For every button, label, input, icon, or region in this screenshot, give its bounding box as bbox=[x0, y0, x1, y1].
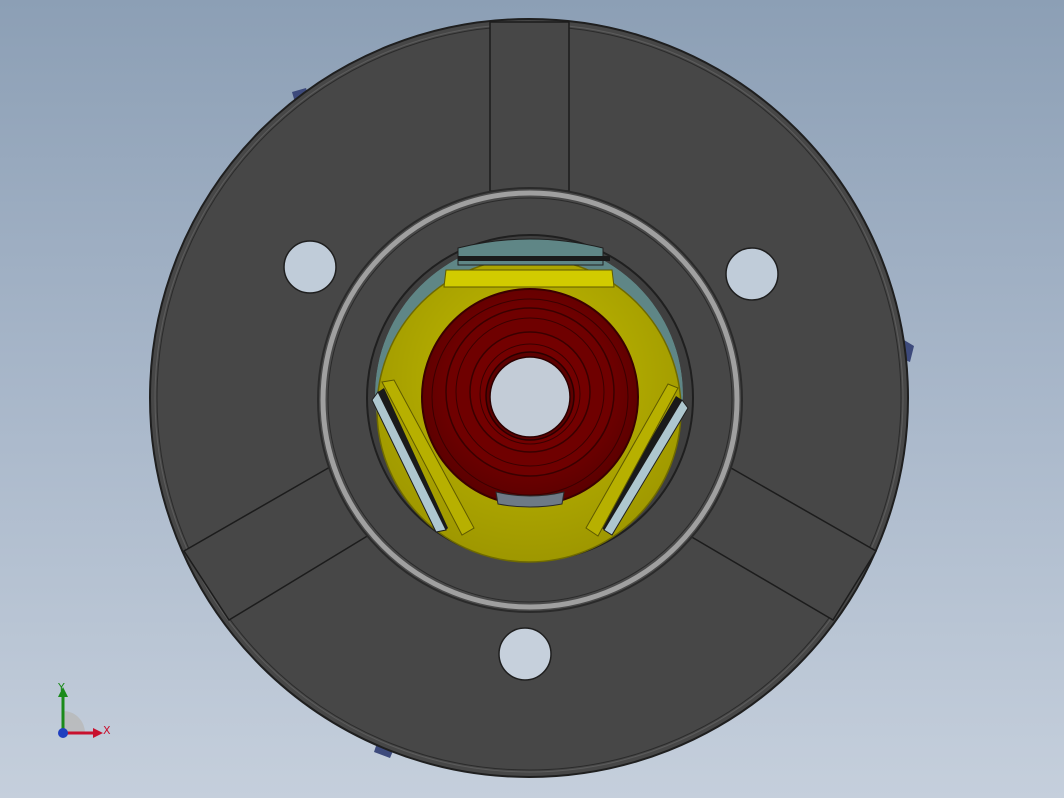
z-axis-dot bbox=[58, 728, 68, 738]
jaw-top[interactable] bbox=[443, 238, 615, 288]
x-axis-label: X bbox=[103, 724, 111, 737]
mounting-hole-right bbox=[725, 247, 779, 301]
center-bore bbox=[489, 356, 571, 438]
cad-graphics-viewport[interactable]: Y X bbox=[0, 0, 1064, 798]
chuck-model-view[interactable]: Y X bbox=[0, 0, 1064, 798]
coordinate-triad[interactable] bbox=[58, 687, 103, 738]
mounting-hole-left bbox=[283, 240, 337, 294]
y-axis-label: Y bbox=[57, 681, 65, 694]
mounting-hole-bottom bbox=[498, 627, 552, 681]
